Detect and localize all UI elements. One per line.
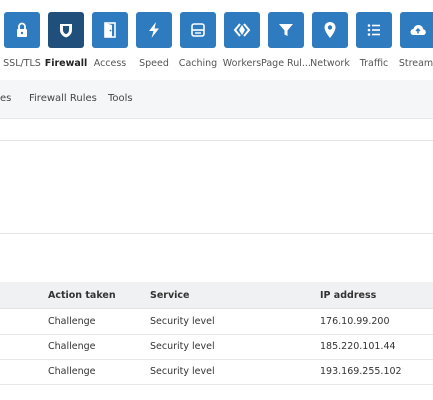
nav-access-button[interactable]	[92, 12, 128, 48]
cell-action: Challenge	[48, 341, 96, 352]
nav-network-button[interactable]	[312, 12, 348, 48]
subnav-item-partial[interactable]: es	[0, 93, 11, 104]
nav-firewall-button[interactable]	[48, 12, 84, 48]
nav-label-caching[interactable]: Caching	[179, 58, 217, 69]
events-table-header: Action taken Service IP address	[0, 282, 433, 309]
nav-workers-button[interactable]	[224, 12, 260, 48]
nav-label-page-rules[interactable]: Page Rul...	[261, 58, 311, 69]
nav-traffic-button[interactable]	[356, 12, 392, 48]
cell-action: Challenge	[48, 316, 96, 327]
nav-label-firewall[interactable]: Firewall	[45, 58, 88, 69]
cell-service: Security level	[150, 316, 215, 327]
cell-action: Challenge	[48, 366, 96, 377]
nav-page-rules-button[interactable]	[268, 12, 304, 48]
nav-speed-button[interactable]	[136, 12, 172, 48]
cell-service: Security level	[150, 341, 215, 352]
door-icon	[104, 22, 116, 38]
nav-label-network[interactable]: Network	[310, 58, 350, 69]
nav-label-speed[interactable]: Speed	[139, 58, 169, 69]
subnav-item-tools[interactable]: Tools	[108, 93, 133, 104]
list-icon	[367, 24, 380, 36]
nav-ssl-tls-button[interactable]	[4, 12, 40, 48]
table-row[interactable]: Challenge Security level 176.10.99.200	[0, 309, 433, 335]
nav-label-access[interactable]: Access	[94, 58, 127, 69]
column-header-ip-address[interactable]: IP address	[320, 290, 376, 301]
top-nav: SSL/TLS Firewall Access Speed Caching Wo…	[0, 0, 433, 80]
subnav-item-firewall-rules[interactable]: Firewall Rules	[29, 93, 97, 104]
column-header-action[interactable]: Action taken	[48, 290, 116, 301]
nav-label-workers[interactable]: Workers	[223, 58, 261, 69]
column-header-service[interactable]: Service	[150, 290, 190, 301]
table-row[interactable]: Challenge Security level 193.169.255.102	[0, 359, 433, 385]
section-divider	[0, 140, 433, 141]
server-icon	[191, 23, 205, 37]
sub-nav: es Firewall Rules Tools	[0, 80, 433, 119]
lightning-icon	[149, 22, 159, 38]
cell-service: Security level	[150, 366, 215, 377]
section-divider	[0, 233, 433, 234]
table-row[interactable]: Challenge Security level 185.220.101.44	[0, 334, 433, 360]
nav-label-stream[interactable]: Stream	[399, 58, 433, 69]
workers-icon	[233, 23, 251, 37]
lock-icon	[17, 22, 27, 37]
nav-stream-button[interactable]	[400, 12, 433, 48]
nav-label-traffic[interactable]: Traffic	[360, 58, 389, 69]
shield-icon	[60, 24, 72, 38]
cell-ip-address: 193.169.255.102	[320, 366, 402, 377]
nav-label-ssl-tls[interactable]: SSL/TLS	[3, 58, 41, 69]
cell-ip-address: 185.220.101.44	[320, 341, 396, 352]
cell-ip-address: 176.10.99.200	[320, 316, 390, 327]
cloud-upload-icon	[410, 25, 426, 35]
filter-icon	[279, 24, 293, 36]
location-pin-icon	[324, 22, 336, 38]
nav-caching-button[interactable]	[180, 12, 216, 48]
